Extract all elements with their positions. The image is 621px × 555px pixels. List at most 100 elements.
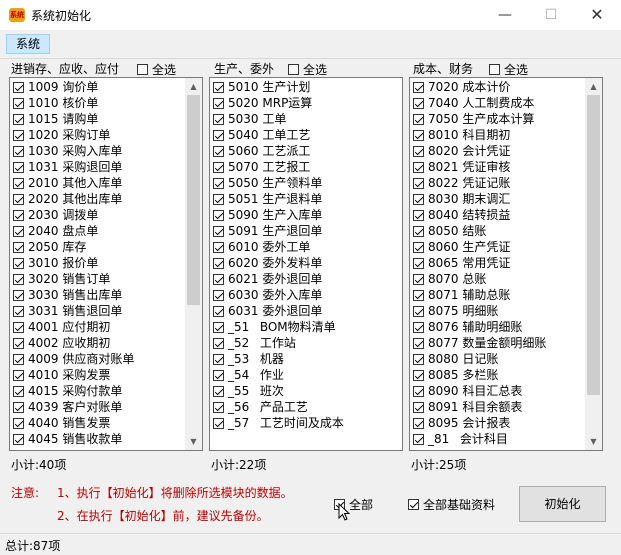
list-item[interactable]: 1015 请购单 <box>10 111 134 127</box>
checkbox[interactable] <box>489 64 500 75</box>
checkbox[interactable] <box>413 194 424 205</box>
list-item[interactable]: 1020 采购订单 <box>10 127 134 143</box>
checkbox[interactable] <box>213 210 224 221</box>
list-item[interactable]: 2030 调拨单 <box>10 207 134 223</box>
list-item[interactable]: 8075 明细账 <box>410 303 546 319</box>
checkbox[interactable] <box>408 499 419 510</box>
checkbox[interactable] <box>13 146 24 157</box>
checkbox[interactable] <box>413 322 424 333</box>
checkbox[interactable] <box>213 338 224 349</box>
checkbox[interactable] <box>213 386 224 397</box>
list-item[interactable]: 4015 采购付款单 <box>10 383 134 399</box>
list-item[interactable]: 3031 销售退回单 <box>10 303 134 319</box>
list-item[interactable]: 2010 其他入库单 <box>10 175 134 191</box>
checkbox[interactable] <box>13 434 24 445</box>
checkbox[interactable] <box>213 370 224 381</box>
checkbox[interactable] <box>213 178 224 189</box>
checkbox[interactable] <box>13 402 24 413</box>
list-item[interactable]: 5010 生产计划 <box>210 79 344 95</box>
list-item[interactable]: 6030 委外入库单 <box>210 287 344 303</box>
module-list-inventory[interactable]: 1009 询价单 1010 核价单 1015 请购单 1020 采购订单 1030 采购… <box>9 77 203 451</box>
checkbox[interactable] <box>413 258 424 269</box>
list-item[interactable]: 1009 询价单 <box>10 79 134 95</box>
list-item[interactable]: 8010 科目期初 <box>410 127 546 143</box>
checkbox[interactable] <box>13 242 24 253</box>
list-item[interactable]: 6010 委外工单 <box>210 239 344 255</box>
checkbox[interactable] <box>413 82 424 93</box>
select-all-production[interactable]: 全选 <box>288 61 327 78</box>
checkbox[interactable] <box>413 226 424 237</box>
list-item[interactable]: _52 工作站 <box>210 335 344 351</box>
checkbox[interactable] <box>13 210 24 221</box>
checkbox[interactable] <box>213 82 224 93</box>
list-item[interactable]: 3010 报价单 <box>10 255 134 271</box>
system-menu-button[interactable]: 系统 <box>6 34 50 54</box>
list-item[interactable]: 4010 采购发票 <box>10 367 134 383</box>
list-item[interactable]: 8090 科目汇总表 <box>410 383 546 399</box>
checkbox[interactable] <box>13 290 24 301</box>
checkbox[interactable] <box>13 194 24 205</box>
list-item[interactable]: 8065 常用凭证 <box>410 255 546 271</box>
base-data-checkbox[interactable]: 全部基础资料 <box>408 496 495 513</box>
list-item[interactable]: 8091 科目余额表 <box>410 399 546 415</box>
scroll-up-icon[interactable]: ▲ <box>185 78 202 95</box>
checkbox[interactable] <box>13 306 24 317</box>
list-item[interactable]: 5090 生产入库单 <box>210 207 344 223</box>
scroll-thumb[interactable] <box>187 95 200 305</box>
list-item[interactable]: 1010 核价单 <box>10 95 134 111</box>
checkbox[interactable] <box>13 258 24 269</box>
checkbox[interactable] <box>413 370 424 381</box>
checkbox[interactable] <box>13 82 24 93</box>
checkbox[interactable] <box>13 338 24 349</box>
list-item[interactable]: _57 工艺时间及成本 <box>210 415 344 431</box>
checkbox[interactable] <box>413 402 424 413</box>
list-item[interactable]: 4040 销售发票 <box>10 415 134 431</box>
list-item[interactable]: _54 作业 <box>210 367 344 383</box>
checkbox[interactable] <box>413 210 424 221</box>
list-item[interactable]: 4001 应付期初 <box>10 319 134 335</box>
checkbox[interactable] <box>413 290 424 301</box>
list-item[interactable]: 8095 会计报表 <box>410 415 546 431</box>
list-item[interactable]: 5020 MRP运算 <box>210 95 344 111</box>
list-item[interactable]: 5051 生产退料单 <box>210 191 344 207</box>
list-item[interactable]: 8077 数量金额明细账 <box>410 335 546 351</box>
list-item[interactable]: 4045 销售收款单 <box>10 431 134 447</box>
list-item[interactable]: 5060 工艺派工 <box>210 143 344 159</box>
checkbox[interactable] <box>213 98 224 109</box>
list-item[interactable]: 2050 库存 <box>10 239 134 255</box>
list-item[interactable]: 5070 工艺报工 <box>210 159 344 175</box>
scroll-thumb[interactable] <box>587 95 600 395</box>
list-item[interactable]: 4009 供应商对账单 <box>10 351 134 367</box>
list-item[interactable]: 8050 结账 <box>410 223 546 239</box>
list-item[interactable]: 8076 辅助明细账 <box>410 319 546 335</box>
checkbox[interactable] <box>413 354 424 365</box>
list-item[interactable]: 7020 成本计价 <box>410 79 546 95</box>
list-item[interactable]: 5050 生产领料单 <box>210 175 344 191</box>
checkbox[interactable] <box>288 64 299 75</box>
checkbox[interactable] <box>413 418 424 429</box>
checkbox[interactable] <box>213 146 224 157</box>
checkbox[interactable] <box>413 146 424 157</box>
checkbox[interactable] <box>213 306 224 317</box>
checkbox[interactable] <box>13 386 24 397</box>
checkbox[interactable] <box>13 354 24 365</box>
checkbox[interactable] <box>13 370 24 381</box>
scroll-up-icon[interactable]: ▲ <box>585 78 602 95</box>
checkbox[interactable] <box>13 162 24 173</box>
checkbox[interactable] <box>213 226 224 237</box>
checkbox[interactable] <box>413 242 424 253</box>
list-item[interactable]: _53 机器 <box>210 351 344 367</box>
checkbox[interactable] <box>213 418 224 429</box>
list-item[interactable]: 5091 生产退回单 <box>210 223 344 239</box>
checkbox[interactable] <box>413 98 424 109</box>
checkbox[interactable] <box>413 114 424 125</box>
checkbox[interactable] <box>13 322 24 333</box>
checkbox[interactable] <box>137 64 148 75</box>
list-item[interactable]: 7050 生产成本计算 <box>410 111 546 127</box>
checkbox[interactable] <box>413 274 424 285</box>
list-item[interactable]: 8040 结转损益 <box>410 207 546 223</box>
checkbox[interactable] <box>13 114 24 125</box>
checkbox[interactable] <box>13 130 24 141</box>
maximize-button[interactable]: ☐ <box>528 0 574 30</box>
list-item[interactable]: 4039 客户对账单 <box>10 399 134 415</box>
